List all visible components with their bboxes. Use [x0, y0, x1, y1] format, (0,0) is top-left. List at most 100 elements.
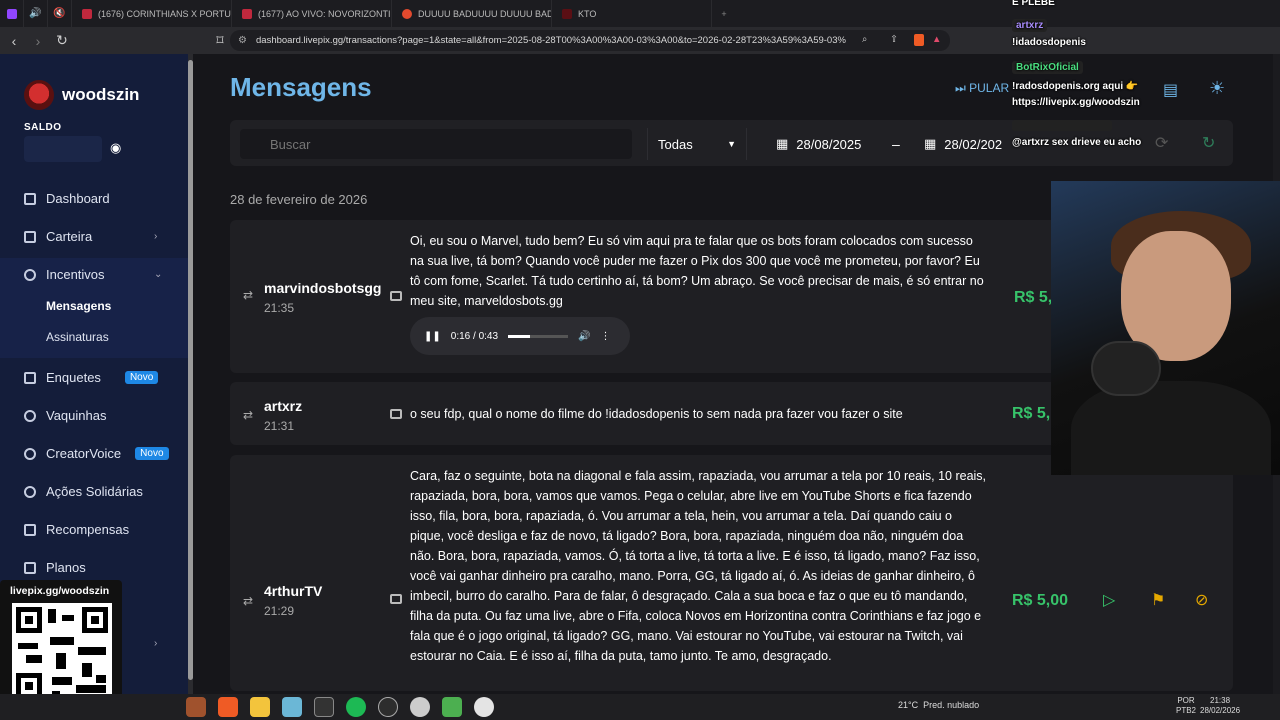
saldo-label: SALDO: [24, 122, 62, 133]
swap-icon[interactable]: ⇄: [243, 408, 253, 422]
message-amount: R$ 5,: [1014, 289, 1053, 306]
block-icon[interactable]: ⊘: [1195, 590, 1208, 610]
forward-icon[interactable]: ›: [28, 33, 48, 49]
message-amount: R$ 5,: [1012, 405, 1051, 422]
zoom-icon[interactable]: ⌕: [862, 34, 867, 45]
message-time: 21:31: [264, 419, 295, 433]
chat-header: E PLEBE: [1012, 0, 1055, 8]
eye-icon[interactable]: ◉: [110, 140, 121, 156]
message-text: Oi, eu sou o Marvel, tudo bem? Eu só vim…: [410, 234, 984, 308]
pause-icon[interactable]: ❚❚: [424, 331, 441, 342]
brave-rewards-icon[interactable]: ▲: [932, 34, 941, 45]
folder-icon[interactable]: [250, 697, 270, 717]
brand-name: woodszin: [62, 85, 140, 104]
site-settings-icon[interactable]: ⚙: [238, 35, 247, 46]
new-badge: Novo: [135, 447, 169, 460]
sidebar-item-vaquinhas[interactable]: Vaquinhas: [24, 408, 106, 423]
share-icon[interactable]: ⇪: [890, 34, 898, 45]
sidebar-item-carteira[interactable]: Carteira: [24, 229, 92, 244]
qr-code-icon: [12, 603, 112, 703]
incentives-icon: [24, 268, 36, 281]
sidebar-item-planos[interactable]: Planos: [24, 560, 86, 575]
swap-icon[interactable]: ⇄: [243, 288, 253, 302]
calendar-icon: ▦: [924, 136, 937, 151]
reload-icon[interactable]: ↻: [52, 32, 72, 49]
message-time: 21:29: [264, 604, 295, 618]
sidebar-item-recompensas[interactable]: Recompensas: [24, 522, 129, 537]
message-icon: [390, 409, 402, 419]
more-options-icon[interactable]: ⋮: [600, 331, 610, 342]
sidebar-subitem-assinaturas[interactable]: Assinaturas: [46, 330, 109, 344]
bank-icon: [24, 230, 36, 243]
date-from-field[interactable]: ▦ 28/08/2025: [776, 128, 861, 160]
poll-icon: [24, 371, 36, 384]
capcut-icon[interactable]: [314, 697, 334, 717]
sidebar-item-acoes-solidarias[interactable]: Ações Solidárias: [24, 484, 143, 499]
weather-widget[interactable]: 21°C Pred. nublado: [898, 700, 979, 710]
piggy-bank-icon: [24, 409, 36, 422]
brave-shields-icon[interactable]: [914, 34, 924, 46]
tab-youtube-2[interactable]: (1677) AO VIVO: NOVORIZONTINO: [232, 0, 392, 27]
kto-icon: [562, 8, 572, 19]
volume-icon[interactable]: 🔊: [578, 331, 590, 342]
microphone-icon: [1091, 341, 1161, 396]
chat-overlay: E PLEBE artxrz !idadosdopenis BotRixOfic…: [1008, 0, 1280, 160]
drive-icon[interactable]: [442, 697, 462, 717]
youtube-icon: [82, 8, 92, 19]
sidebar-item-enquetes[interactable]: Enquetes Novo: [24, 370, 159, 385]
audio-player[interactable]: ❚❚ 0:16 / 0:43 🔊 ⋮: [410, 317, 630, 355]
audio-progress[interactable]: [508, 334, 569, 338]
day-label: 28 de fevereiro de 2026: [230, 192, 368, 207]
chevron-down-icon: ⌄: [154, 269, 163, 280]
back-icon[interactable]: ‹: [4, 33, 24, 49]
date-to-field[interactable]: ▦ 28/02/202: [924, 128, 1002, 160]
message-text: Cara, faz o seguinte, bota na diagonal e…: [410, 469, 987, 663]
tab-audio-icon[interactable]: 🔊: [24, 0, 48, 27]
brave-icon[interactable]: [218, 697, 238, 717]
sidebar-item-creatorvoice[interactable]: CreatorVoice Novo: [24, 446, 169, 461]
chat-line: artxrz: [1012, 19, 1048, 32]
play-icon[interactable]: ▷: [1103, 590, 1115, 610]
obs-icon[interactable]: [378, 697, 398, 717]
tab-twitch-icon[interactable]: [0, 0, 24, 27]
youtube-icon: [242, 8, 252, 19]
chat-line: [1012, 120, 1112, 134]
brand[interactable]: woodszin: [24, 80, 139, 110]
chat-text: !idadosdopenis: [1012, 37, 1086, 48]
message-user: 4rthurTV: [264, 583, 323, 599]
date-separator: –: [892, 136, 900, 152]
tab-mute-icon[interactable]: 🔇: [48, 0, 72, 27]
avatar: [24, 80, 54, 110]
app-icon[interactable]: [282, 697, 302, 717]
swap-icon[interactable]: ⇄: [243, 594, 253, 608]
message-user: artxrz: [264, 398, 303, 414]
sidebar-item-dashboard[interactable]: Dashboard: [24, 191, 110, 206]
language-indicator[interactable]: POR PTB2: [1176, 696, 1196, 716]
tab-duuuu[interactable]: DUUUU BADUUUU DUUUU BADUUU: [392, 0, 552, 27]
taskbar: [0, 694, 1280, 720]
clock[interactable]: 21:38 28/02/2026: [1200, 696, 1240, 716]
sidebar-subitem-mensagens[interactable]: Mensagens: [46, 299, 111, 313]
app3-icon[interactable]: [474, 697, 494, 717]
sidebar-item-incentivos[interactable]: Incentivos: [24, 267, 105, 282]
skip-icon: ⏭: [955, 81, 970, 95]
tab-youtube-1[interactable]: (1676) CORINTHIANS X PORTUGUES: [72, 0, 232, 27]
dashboard-icon: [24, 192, 36, 205]
heart-icon: [24, 485, 36, 498]
calendar-icon: ▦: [776, 136, 789, 151]
status-select[interactable]: Todas ▼: [647, 128, 747, 160]
flag-icon[interactable]: ⚑: [1151, 590, 1165, 610]
tab-kto[interactable]: KTO: [552, 0, 712, 27]
message-text: o seu fdp, qual o nome do filme do !idad…: [410, 407, 903, 421]
message-icon: [390, 594, 402, 604]
pular-button[interactable]: ⏭ PULAR: [955, 81, 1009, 96]
new-tab-button[interactable]: +: [712, 0, 736, 27]
search-input[interactable]: [240, 129, 632, 159]
chat-line: BotRixOficial: [1012, 61, 1083, 74]
url-bar[interactable]: ⚙ dashboard.livepix.gg/transactions?page…: [230, 30, 950, 51]
spotify-icon[interactable]: [346, 697, 366, 717]
bookmark-icon[interactable]: ⌑: [210, 32, 230, 49]
chevron-right-icon: ›: [154, 638, 158, 649]
coffee-icon[interactable]: [186, 697, 206, 717]
app2-icon[interactable]: [410, 697, 430, 717]
